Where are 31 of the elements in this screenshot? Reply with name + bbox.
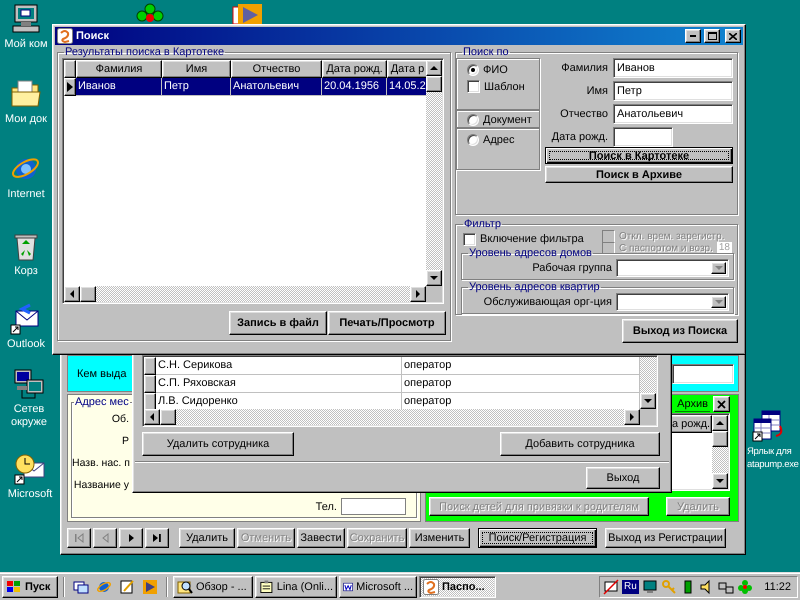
clock: 11:22 xyxy=(764,580,791,592)
field-label: Р xyxy=(120,434,129,449)
field-label: Дата рожд. xyxy=(552,131,608,143)
option-label: Адрес xyxy=(483,134,514,146)
field-label: Обслуживающая орг-ция xyxy=(484,296,612,308)
field-label: Рабочая группа xyxy=(532,262,612,274)
field-label: Назв. нас. п xyxy=(72,456,129,471)
option-label: Документ xyxy=(483,114,532,126)
group-title: Уровень адресов квартир xyxy=(468,282,601,293)
field-label: Кем выда xyxy=(77,368,126,380)
group-title: Адрес мес xyxy=(74,397,130,408)
option-label: С паспортом и возр. xyxy=(618,242,713,254)
table-cell: 20.04.1956 xyxy=(322,78,387,96)
field-label: Тел. xyxy=(316,500,337,512)
option-label: Откл. врем. зарегистр. xyxy=(618,230,724,242)
field-label: Фамилия xyxy=(561,62,608,74)
group-title: Результаты поиска в Картотеке xyxy=(64,47,226,58)
group-title: Поиск по xyxy=(462,47,510,58)
field-label: Название у xyxy=(72,478,129,493)
option-label: Включение фильтра xyxy=(480,233,584,245)
table-cell: Анатольевич xyxy=(231,78,322,96)
field-label: Имя xyxy=(586,85,608,97)
table-cell: Петр xyxy=(162,78,231,96)
option-label: Шаблон xyxy=(484,80,525,92)
option-label: ФИО xyxy=(483,64,508,76)
field-label: Об. xyxy=(110,412,129,427)
table-cell: Иванов xyxy=(76,78,162,96)
window-title: Поиск xyxy=(76,30,110,42)
field-label: Отчество xyxy=(560,108,608,120)
group-title: Уровень адресов домов xyxy=(468,248,593,259)
group-title: Фильтр xyxy=(463,219,502,230)
